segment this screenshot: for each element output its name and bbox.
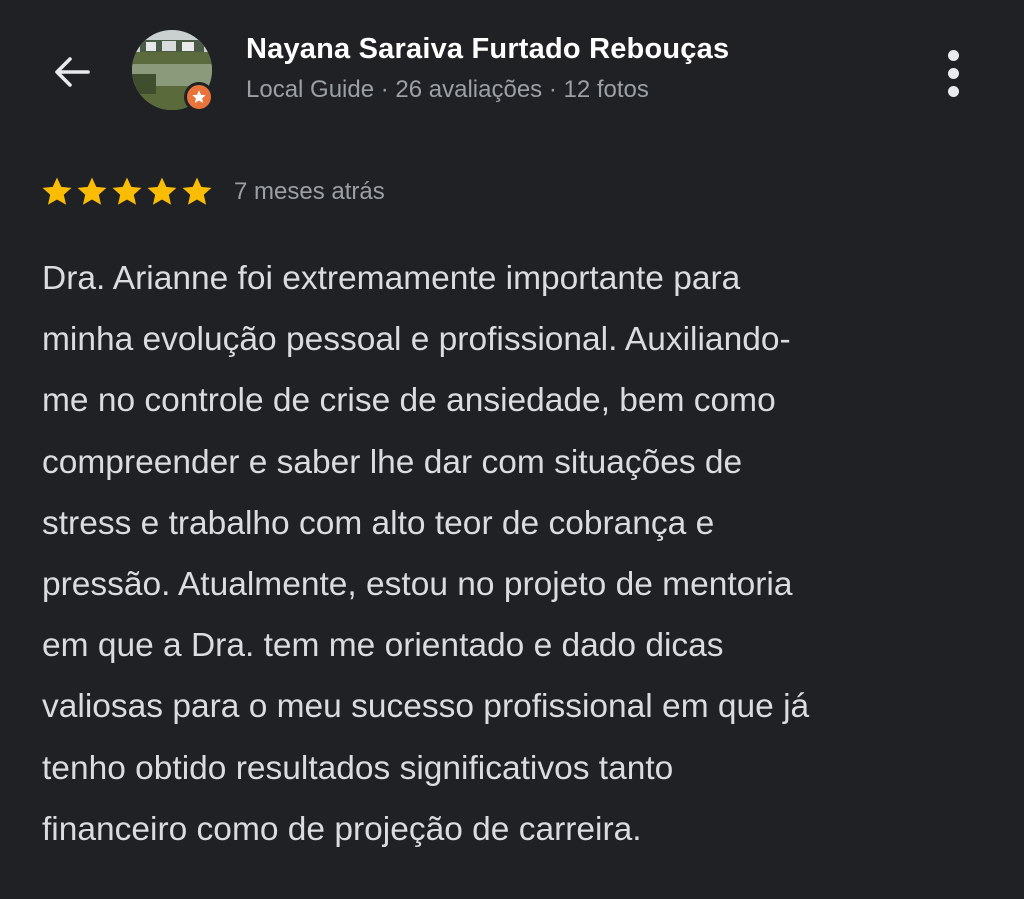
review-text-line: stress e trabalho com alto teor de cobra…: [42, 504, 715, 542]
more-vertical-icon: [947, 85, 959, 97]
star-icon: [42, 177, 72, 205]
review-text-line: me no controle de crise de ansiedade, be…: [42, 382, 776, 420]
user-meta: Local Guide · 26 avaliações · 12 fotos: [246, 76, 649, 103]
star-icon: [182, 177, 212, 205]
review-text-line: minha evolução pessoal e profissional. A…: [42, 321, 791, 359]
star-icon: [112, 177, 142, 205]
review-text-line: pressão. Atualmente, estou no projeto de…: [42, 566, 793, 604]
arrow-left-icon: [55, 57, 90, 87]
review-text-line: em que a Dra. tem me orientado e dado di…: [42, 627, 724, 665]
review-text-line: Dra. Arianne foi extremamente importante…: [42, 260, 741, 297]
more-vertical-icon: [947, 49, 959, 61]
rating-row: 7 meses atrás: [40, 172, 385, 212]
more-options-button[interactable]: [930, 46, 976, 100]
star-rating: [40, 175, 214, 209]
review-text-line: tenho obtido resultados significativos t…: [42, 749, 674, 787]
review-date: 7 meses atrás: [234, 178, 385, 205]
review-body: Dra. Arianne foi extremamente importante…: [42, 248, 992, 860]
back-button[interactable]: [44, 46, 100, 98]
star-icon: [77, 177, 107, 205]
star-icon: [147, 177, 177, 205]
local-guide-star-icon: [192, 90, 206, 103]
local-guide-badge: [184, 82, 214, 112]
review-text-line: valiosas para o meu sucesso profissional…: [42, 688, 810, 726]
review-header: Nayana Saraiva Furtado Rebouças Local Gu…: [0, 0, 1024, 150]
review-text-line: financeiro como de projeção de carreira.: [42, 810, 642, 848]
user-avatar-container[interactable]: [132, 30, 216, 114]
more-vertical-icon: [947, 67, 959, 79]
user-name[interactable]: Nayana Saraiva Furtado Rebouças: [246, 33, 729, 66]
review-text-line: compreender e saber lhe dar com situaçõe…: [42, 443, 743, 481]
